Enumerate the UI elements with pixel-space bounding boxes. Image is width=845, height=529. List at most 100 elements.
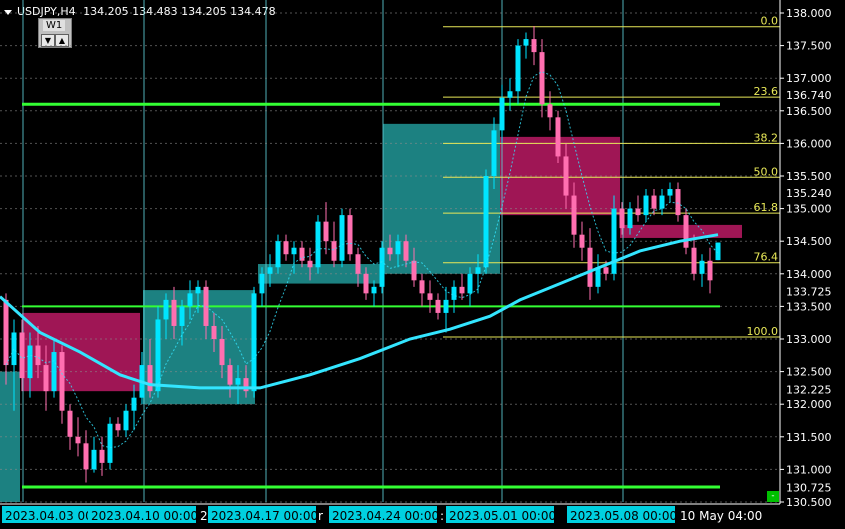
candle[interactable] bbox=[443, 286, 449, 333]
candle-body bbox=[715, 242, 721, 261]
candle-body bbox=[307, 260, 313, 268]
candle[interactable] bbox=[299, 241, 305, 268]
candle[interactable] bbox=[507, 78, 513, 111]
candle-body bbox=[579, 234, 585, 248]
candle[interactable] bbox=[339, 208, 345, 268]
candle[interactable] bbox=[451, 280, 457, 313]
candle-body bbox=[211, 325, 217, 339]
candle-body bbox=[555, 117, 561, 157]
candle[interactable] bbox=[643, 189, 649, 222]
price-tick-label: 131.500 bbox=[786, 431, 832, 444]
price-tick-label: 132.500 bbox=[786, 366, 832, 379]
candle-body bbox=[475, 267, 481, 274]
candle-body bbox=[683, 215, 689, 248]
vertical-grid-layer bbox=[22, 0, 624, 502]
candle[interactable] bbox=[435, 293, 441, 320]
candle-body bbox=[259, 273, 265, 294]
time-label: 2023.04.24 00:00 bbox=[332, 509, 439, 523]
autoscroll-icon[interactable]: - bbox=[767, 491, 779, 502]
price-tick-label: 137.500 bbox=[786, 40, 832, 53]
candle-body bbox=[691, 247, 697, 274]
candle[interactable] bbox=[483, 169, 489, 274]
candle[interactable] bbox=[427, 280, 433, 313]
candle[interactable] bbox=[531, 26, 537, 66]
candle[interactable] bbox=[555, 110, 561, 163]
candle-body bbox=[171, 299, 177, 326]
candle[interactable] bbox=[323, 202, 329, 255]
candle[interactable] bbox=[91, 436, 97, 473]
candle-body bbox=[707, 260, 713, 281]
candle[interactable] bbox=[283, 234, 289, 261]
candle-body bbox=[627, 208, 633, 229]
candle[interactable] bbox=[75, 417, 81, 457]
candle-body bbox=[571, 195, 577, 235]
candle[interactable] bbox=[587, 228, 593, 300]
candle[interactable] bbox=[83, 430, 89, 483]
candle[interactable] bbox=[67, 404, 73, 450]
candle-body bbox=[275, 241, 281, 268]
candle[interactable] bbox=[499, 84, 505, 144]
candle-body bbox=[67, 410, 73, 437]
time-label-fragment: : bbox=[440, 509, 444, 523]
candle[interactable] bbox=[59, 345, 65, 424]
candle[interactable] bbox=[107, 417, 113, 470]
candle-body bbox=[483, 176, 489, 268]
candle[interactable] bbox=[115, 417, 121, 437]
candle-body bbox=[179, 306, 185, 326]
candle[interactable] bbox=[379, 241, 385, 294]
candle-body bbox=[75, 436, 81, 444]
candle[interactable] bbox=[315, 215, 321, 274]
time-label: 2023.05.08 00:00 bbox=[570, 509, 677, 523]
candle[interactable] bbox=[371, 280, 377, 307]
time-label: 10 May 04:00 bbox=[680, 509, 762, 523]
candle[interactable] bbox=[515, 39, 521, 105]
candle-body bbox=[395, 241, 401, 255]
candle-body bbox=[667, 189, 673, 196]
price-tick-label: 135.500 bbox=[786, 170, 832, 183]
candle[interactable] bbox=[459, 273, 465, 300]
candle-body bbox=[187, 293, 193, 307]
candle[interactable] bbox=[131, 384, 137, 431]
candle[interactable] bbox=[635, 195, 641, 222]
candle[interactable] bbox=[715, 242, 721, 261]
candle-body bbox=[91, 449, 97, 470]
price-marker-label: 136.740 bbox=[786, 89, 832, 102]
candle-body bbox=[587, 247, 593, 287]
candle[interactable] bbox=[659, 189, 665, 216]
candle-body bbox=[339, 215, 345, 261]
fib-level-label: 23.6 bbox=[754, 85, 779, 98]
candle[interactable] bbox=[699, 254, 705, 287]
price-tick-label: 130.500 bbox=[786, 496, 832, 509]
fib-level-label: 100.0 bbox=[747, 325, 779, 338]
candle[interactable] bbox=[651, 189, 657, 216]
fib-level-label: 61.8 bbox=[754, 201, 779, 214]
candle-body bbox=[371, 286, 377, 294]
price-chart[interactable]: 0.0 23.6 38.2 50.0 61.8 76.4 100.0 138.000 137.… bbox=[0, 0, 845, 529]
candle[interactable] bbox=[419, 273, 425, 307]
candle-body bbox=[459, 286, 465, 294]
candle[interactable] bbox=[579, 221, 585, 261]
candle-body bbox=[27, 345, 33, 379]
candle-body bbox=[163, 299, 169, 320]
candle-body bbox=[563, 156, 569, 196]
candle[interactable] bbox=[331, 221, 337, 268]
candle-body bbox=[51, 352, 57, 392]
candle[interactable] bbox=[683, 208, 689, 255]
candle[interactable] bbox=[667, 182, 673, 203]
candle-body bbox=[363, 273, 369, 294]
candle-body bbox=[347, 215, 353, 255]
candle[interactable] bbox=[595, 254, 601, 294]
candle-body bbox=[291, 247, 297, 255]
candle[interactable] bbox=[707, 247, 713, 294]
candle[interactable] bbox=[347, 208, 353, 261]
candle[interactable] bbox=[123, 404, 129, 437]
price-tick-label: 136.500 bbox=[786, 105, 832, 118]
candle-body bbox=[387, 247, 393, 255]
time-label-fragment: 2 bbox=[200, 509, 208, 523]
candle-body bbox=[83, 443, 89, 470]
candle[interactable] bbox=[3, 293, 9, 385]
candle[interactable] bbox=[675, 182, 681, 222]
fast-moving-average-line[interactable] bbox=[5, 71, 719, 449]
candle[interactable] bbox=[251, 286, 257, 398]
candle[interactable] bbox=[523, 32, 529, 59]
